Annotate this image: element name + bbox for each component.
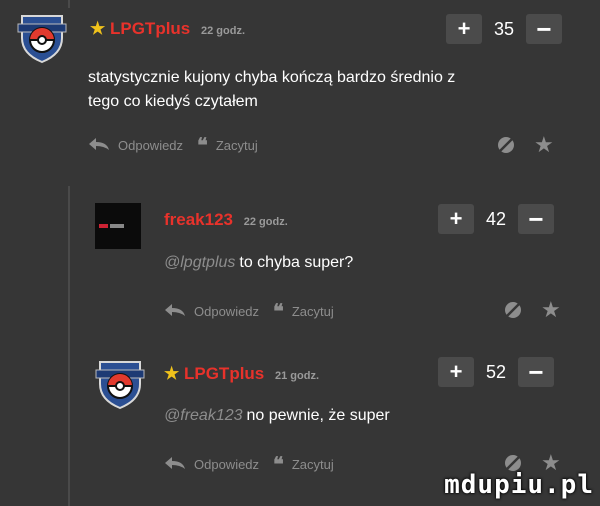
pokeball-shield-icon: [17, 15, 67, 64]
eye-off-icon[interactable]: [503, 300, 523, 320]
quote-icon: ❝: [273, 301, 284, 323]
reply-button[interactable]: Odpowiedz: [88, 137, 183, 154]
avatar[interactable]: [92, 354, 148, 410]
watermark: mdupiu.pl: [444, 470, 594, 500]
quote-label: Zacytuj: [215, 138, 258, 153]
quote-label: Zacytuj: [291, 457, 334, 472]
reply-button[interactable]: Odpowiedz: [164, 456, 259, 473]
comment-actions: Odpowiedz ❝ Zacytuj: [164, 299, 348, 324]
reply-button[interactable]: Odpowiedz: [164, 303, 259, 320]
downvote-button[interactable]: −: [526, 14, 562, 44]
comment-text: statystycznie kujony chyba kończą bardzo…: [88, 66, 455, 114]
quote-button[interactable]: ❝ Zacytuj: [273, 452, 334, 477]
thread-line: [68, 186, 70, 506]
quote-button[interactable]: ❝ Zacytuj: [273, 299, 334, 324]
comment-line: statystycznie kujony chyba kończą bardzo…: [88, 69, 456, 86]
star-icon: ★: [164, 364, 180, 383]
avatar-image: [95, 203, 141, 249]
comment-text: @lpgtplus to chyba super?: [164, 251, 353, 275]
reply-arrow-icon: [88, 137, 110, 154]
reply-label: Odpowiedz: [194, 304, 260, 319]
pokeball-shield-icon: [95, 361, 145, 410]
comment-text: @freak123 no pewnie, że super: [164, 404, 390, 428]
quote-icon: ❝: [197, 135, 208, 157]
quote-icon: ❝: [273, 454, 284, 476]
upvote-button[interactable]: +: [438, 204, 474, 234]
timestamp: 21 godz.: [275, 370, 320, 382]
username[interactable]: LPGTplus: [110, 19, 190, 38]
vote-widget: + 42 −: [438, 204, 554, 234]
score: 52: [485, 361, 507, 382]
eye-off-icon[interactable]: [496, 135, 516, 155]
downvote-button[interactable]: −: [518, 357, 554, 387]
mention-link[interactable]: @freak123: [164, 407, 243, 424]
star-icon: ★: [90, 19, 106, 38]
timestamp: 22 godz.: [201, 25, 246, 37]
favorite-star-icon[interactable]: ★: [541, 297, 561, 323]
upvote-button[interactable]: +: [446, 14, 482, 44]
reply-arrow-icon: [164, 303, 186, 320]
downvote-button[interactable]: −: [518, 204, 554, 234]
username[interactable]: LPGTplus: [184, 364, 264, 383]
avatar[interactable]: [14, 8, 70, 64]
favorite-star-icon[interactable]: ★: [534, 132, 554, 158]
mention-link[interactable]: @lpgtplus: [164, 254, 235, 271]
comment-line: tego co kiedyś czytałem: [88, 93, 258, 110]
vote-widget: + 35 −: [446, 14, 562, 44]
reply-label: Odpowiedz: [194, 457, 260, 472]
vote-widget: + 52 −: [438, 357, 554, 387]
quote-label: Zacytuj: [291, 304, 334, 319]
comment-actions: Odpowiedz ❝ Zacytuj: [88, 133, 272, 158]
comment-actions: Odpowiedz ❝ Zacytuj: [164, 452, 348, 477]
score: 35: [493, 18, 515, 39]
upvote-button[interactable]: +: [438, 357, 474, 387]
comment-line: to chyba super?: [239, 254, 354, 271]
comment-line: no pewnie, że super: [246, 407, 390, 424]
timestamp: 22 godz.: [243, 216, 288, 228]
reply-label: Odpowiedz: [118, 138, 184, 153]
score: 42: [485, 208, 507, 229]
reply-arrow-icon: [164, 456, 186, 473]
avatar[interactable]: [95, 203, 141, 249]
username[interactable]: freak123: [164, 210, 233, 229]
quote-button[interactable]: ❝ Zacytuj: [197, 133, 258, 158]
thread-line: [68, 0, 70, 8]
